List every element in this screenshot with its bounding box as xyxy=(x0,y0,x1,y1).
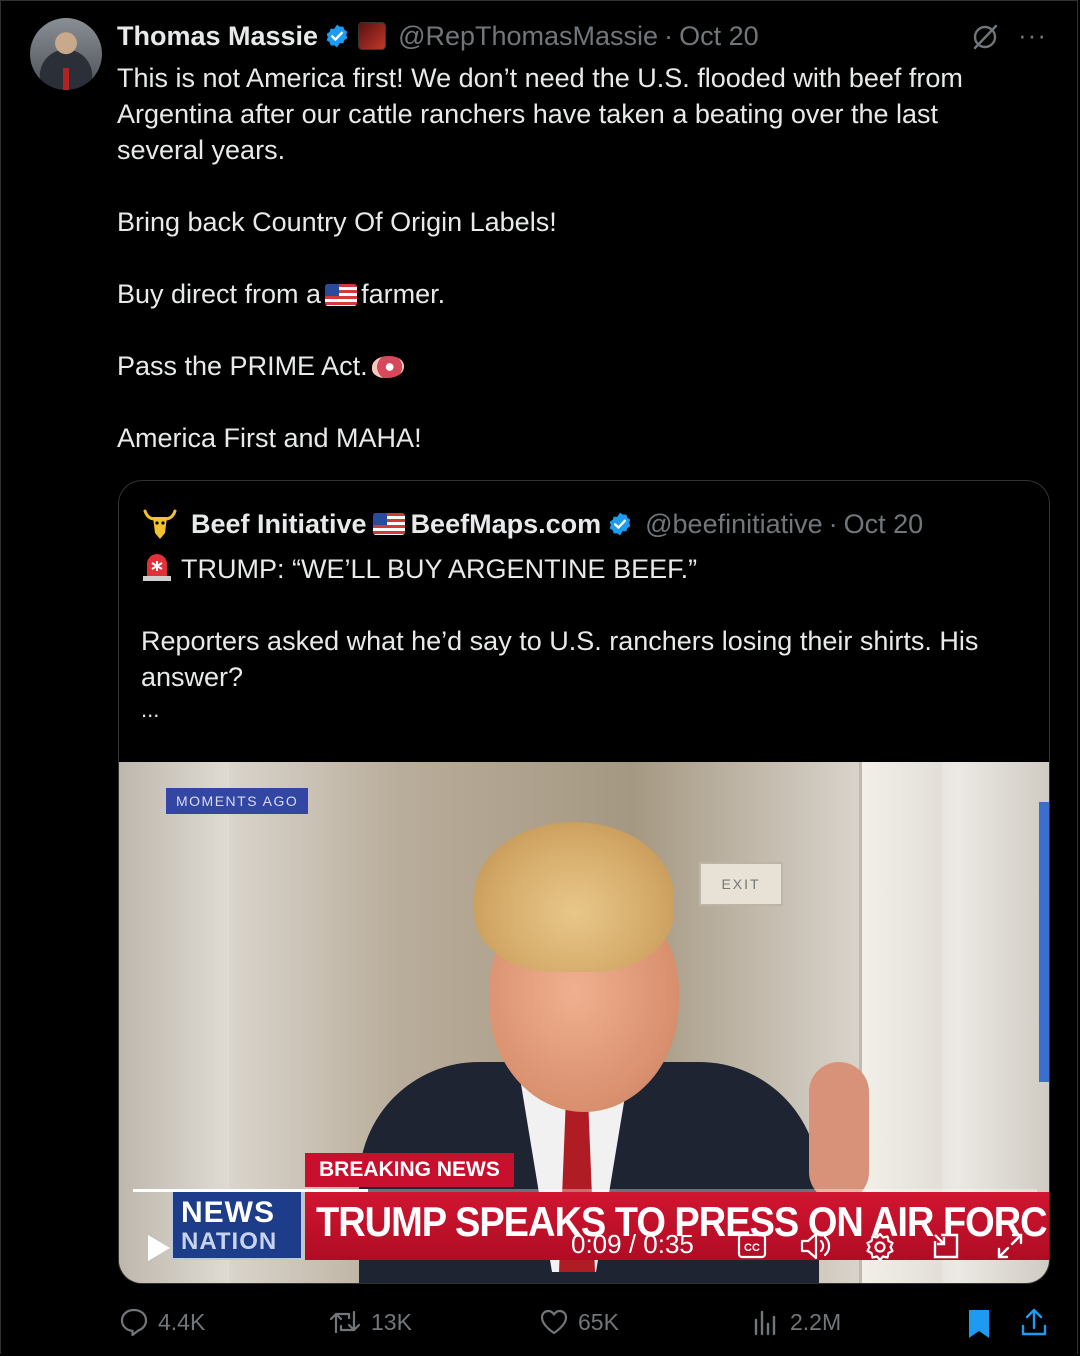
avatar-tie xyxy=(63,68,69,90)
views-count: 2.2M xyxy=(790,1308,842,1335)
quote-ellipsis: ... xyxy=(141,697,160,722)
affiliate-badge-icon xyxy=(358,22,387,50)
post-line-3: Buy direct from a farmer. xyxy=(117,276,1017,312)
post-body: This is not America first! We don’t need… xyxy=(117,60,1017,456)
quote-headline-line: TRUMP: “WE’LL BUY ARGENTINE BEEF.” xyxy=(141,551,1021,587)
captions-label: CC xyxy=(744,1242,760,1254)
quote-author-name[interactable]: Beef Initiative xyxy=(191,509,367,540)
quote-author-site[interactable]: BeefMaps.com xyxy=(411,509,602,540)
fullscreen-icon[interactable] xyxy=(995,1231,1025,1261)
like-button[interactable]: 65K xyxy=(538,1306,619,1338)
quote-verified-badge-icon xyxy=(609,512,631,536)
repost-button[interactable]: 13K xyxy=(327,1306,412,1338)
steak-icon xyxy=(371,356,404,378)
post-line-3-start: Buy direct from a xyxy=(117,279,322,309)
post-line-5: America First and MAHA! xyxy=(117,423,422,453)
like-count: 65K xyxy=(578,1308,619,1335)
author-avatar[interactable] xyxy=(30,18,102,90)
settings-icon[interactable] xyxy=(864,1231,896,1263)
views-icon xyxy=(754,1310,776,1336)
bull-logo-icon xyxy=(143,509,177,539)
quote-text: Reporters asked what he’d say to U.S. ra… xyxy=(141,626,979,692)
quote-header: Beef Initiative BeefMaps.com @beefinitia… xyxy=(141,505,923,543)
play-icon[interactable] xyxy=(146,1233,172,1263)
quoted-tweet[interactable]: Beef Initiative BeefMaps.com @beefinitia… xyxy=(118,480,1050,1284)
share-icon[interactable] xyxy=(1018,1306,1050,1338)
post-line-3-end: farmer. xyxy=(361,279,446,309)
post-line-4: Pass the PRIME Act. xyxy=(117,348,1017,384)
video-progress-fill xyxy=(133,1189,369,1192)
video-controls: 0:09 / 0:35 CC xyxy=(119,1217,1049,1277)
post-line-4-text: Pass the PRIME Act. xyxy=(117,351,368,381)
tweet-header: Thomas Massie @RepThomasMassie · Oct 20 xyxy=(117,18,759,54)
video-person-hand xyxy=(809,1062,869,1202)
moments-ago-tag: MOMENTS AGO xyxy=(166,788,309,814)
video-player[interactable]: EXIT MOMENTS AGO BREAKING NEWS TRUMP SPE… xyxy=(119,762,1049,1283)
breaking-news-tag: BREAKING NEWS xyxy=(305,1153,514,1187)
siren-icon xyxy=(143,554,171,581)
quote-separator: · xyxy=(828,508,838,539)
bookmark-icon[interactable] xyxy=(966,1308,992,1340)
video-time: 0:09 / 0:35 xyxy=(571,1229,694,1259)
video-blue-panel xyxy=(1039,802,1049,1082)
reply-button[interactable]: 4.4K xyxy=(118,1306,205,1338)
post-line-1: This is not America first! We don’t need… xyxy=(117,63,963,165)
author-handle[interactable]: @RepThomasMassie xyxy=(398,21,658,52)
exit-sign: EXIT xyxy=(699,862,783,906)
picture-in-picture-icon[interactable] xyxy=(931,1231,961,1261)
action-bar: 4.4K 13K 65K 2.2M xyxy=(0,1306,1080,1346)
volume-icon[interactable] xyxy=(799,1231,835,1261)
post-line-2: Bring back Country Of Origin Labels! xyxy=(117,207,557,237)
captions-icon[interactable]: CC xyxy=(737,1231,767,1261)
author-name[interactable]: Thomas Massie xyxy=(117,21,318,52)
more-options-icon[interactable]: ··· xyxy=(1018,20,1047,51)
reply-count: 4.4K xyxy=(158,1308,206,1335)
verified-badge-icon xyxy=(326,24,348,48)
repost-icon xyxy=(329,1310,361,1334)
heart-icon xyxy=(540,1309,568,1335)
quote-body: TRUMP: “WE’LL BUY ARGENTINE BEEF.” Repor… xyxy=(141,551,1021,725)
reply-icon xyxy=(120,1308,148,1337)
us-flag-icon xyxy=(325,284,358,306)
header-separator: · xyxy=(664,20,674,51)
grok-icon[interactable] xyxy=(970,22,1000,52)
quote-author-handle[interactable]: @beefinitiative xyxy=(645,509,823,540)
quote-us-flag-icon xyxy=(372,513,405,535)
views-button[interactable]: 2.2M xyxy=(750,1306,841,1338)
repost-count: 13K xyxy=(371,1308,412,1335)
post-date[interactable]: Oct 20 xyxy=(679,21,759,52)
quote-date[interactable]: Oct 20 xyxy=(844,509,924,540)
quote-headline: TRUMP: “WE’LL BUY ARGENTINE BEEF.” xyxy=(181,554,698,584)
video-person-hair xyxy=(474,822,674,972)
